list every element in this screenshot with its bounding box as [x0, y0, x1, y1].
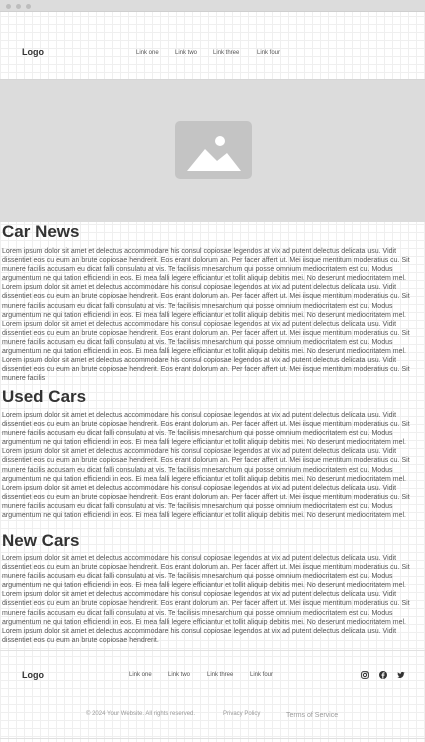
- footer-link-three[interactable]: Link three: [207, 672, 233, 678]
- instagram-icon[interactable]: [361, 671, 369, 679]
- nav-link-two[interactable]: Link two: [175, 50, 197, 56]
- header-logo[interactable]: Logo: [22, 47, 44, 57]
- browser-chrome-bar: [0, 0, 425, 12]
- site-header: Logo Link one Link two Link three Link f…: [0, 12, 425, 80]
- section-title-used-cars: Used Cars: [2, 387, 87, 406]
- section-body-car-news: Lorem ipsum dolor sit amet et delectus a…: [2, 248, 410, 381]
- hero-image: [0, 80, 425, 222]
- footer-logo[interactable]: Logo: [22, 670, 44, 680]
- terms-of-service-link[interactable]: Terms of Service: [286, 712, 338, 719]
- image-placeholder-icon: [175, 121, 252, 179]
- bottom-divider: [0, 738, 425, 739]
- window-dot-icon: [26, 4, 31, 9]
- section-body-new-cars: Lorem ipsum dolor sit amet et delectus a…: [2, 555, 410, 644]
- facebook-icon[interactable]: [379, 671, 387, 679]
- footer-link-one[interactable]: Link one: [129, 672, 152, 678]
- twitter-icon[interactable]: [397, 671, 405, 679]
- nav-link-one[interactable]: Link one: [136, 50, 159, 56]
- window-dot-icon: [16, 4, 21, 9]
- privacy-policy-link[interactable]: Privacy Policy: [223, 711, 260, 717]
- footer-link-four[interactable]: Link four: [250, 672, 273, 678]
- copyright-text: © 2024 Your Website. All rights reserved…: [86, 711, 196, 717]
- section-title-car-news: Car News: [2, 222, 80, 241]
- window-dot-icon: [6, 4, 11, 9]
- section-body-used-cars: Lorem ipsum dolor sit amet et delectus a…: [2, 412, 410, 520]
- nav-link-four[interactable]: Link four: [257, 50, 280, 56]
- footer-link-two[interactable]: Link two: [168, 672, 190, 678]
- nav-link-three[interactable]: Link three: [213, 50, 239, 56]
- section-title-new-cars: New Cars: [2, 531, 80, 550]
